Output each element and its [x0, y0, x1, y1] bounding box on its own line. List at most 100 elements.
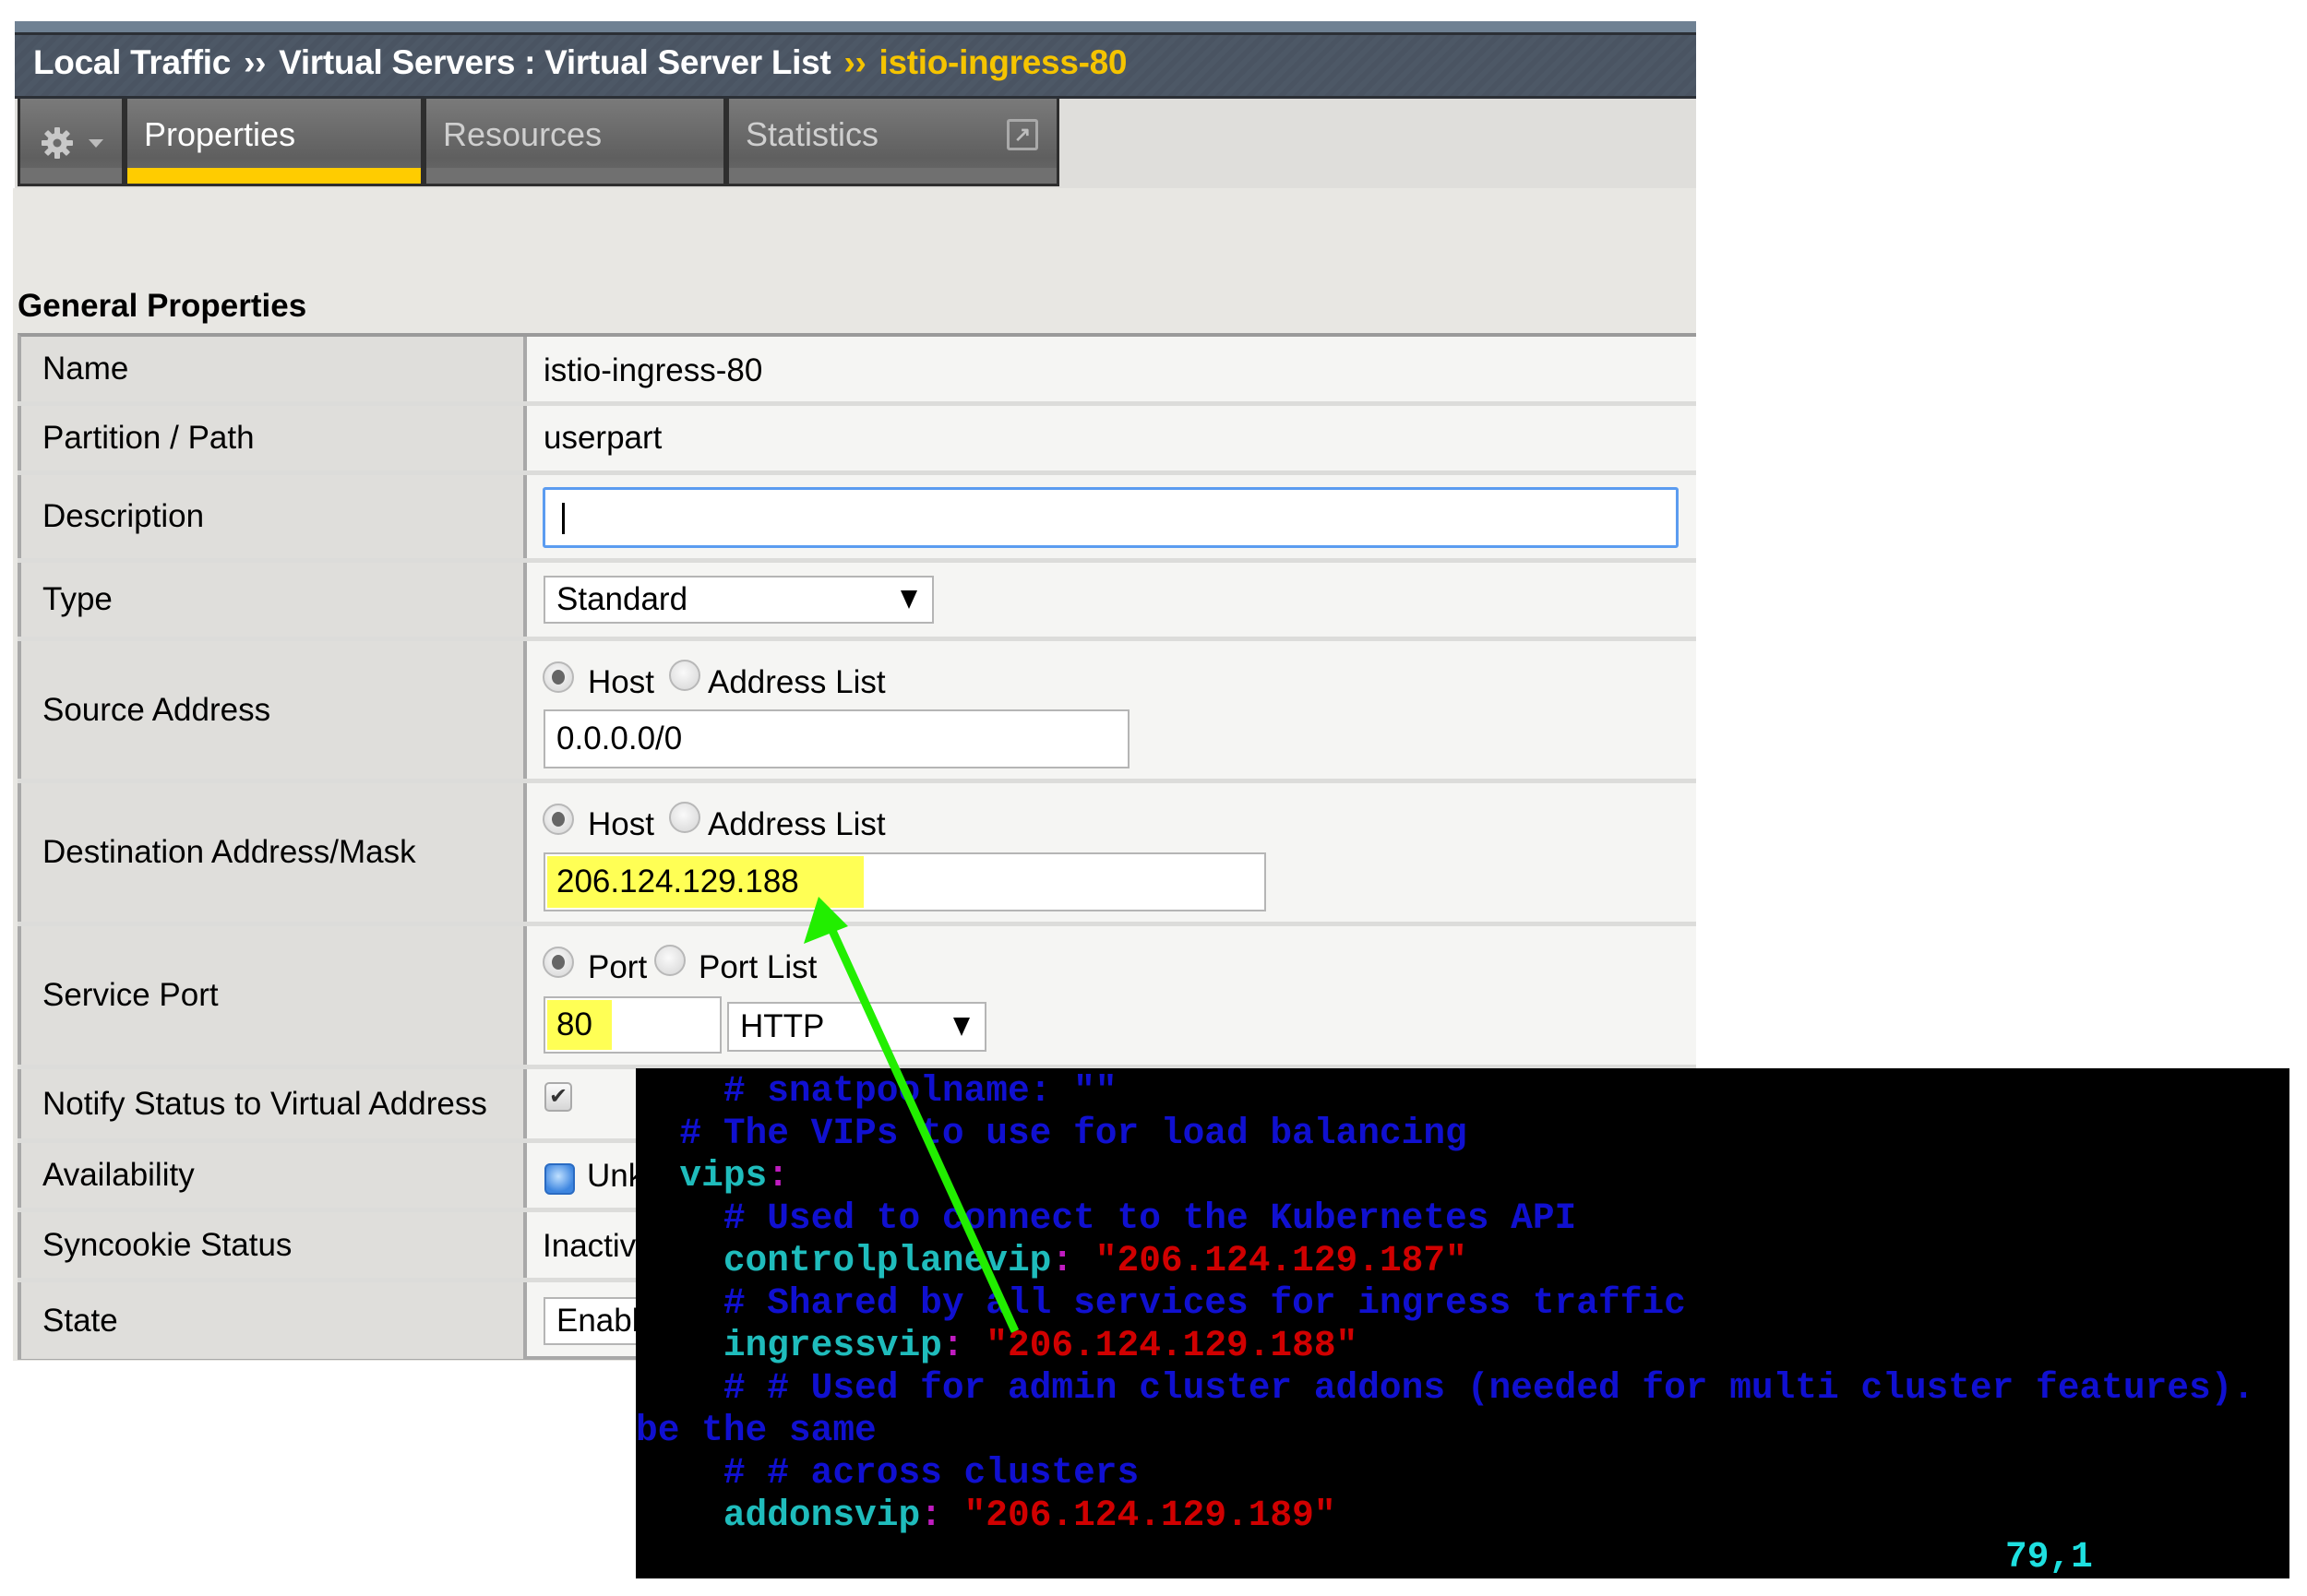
- tab-underline: [20, 168, 122, 184]
- terminal-line: # snatpoolname: "": [636, 1070, 1118, 1113]
- source-address-input[interactable]: 0.0.0.0/0: [544, 709, 1130, 768]
- dropdown-arrow-icon: [901, 590, 917, 609]
- source-address-list-radio[interactable]: [669, 660, 700, 691]
- row-type: Type Standard: [18, 563, 1696, 641]
- row-destination-address: Destination Address/Mask Host Address Li…: [18, 783, 1696, 926]
- terminal-token-colon: :: [920, 1495, 942, 1536]
- terminal-token-str: "206.124.129.188": [963, 1325, 1358, 1366]
- chevron-down-icon: [89, 139, 103, 148]
- description-input[interactable]: [543, 487, 1679, 548]
- row-source-address: Source Address Host Address List 0.0.0.0…: [18, 641, 1696, 783]
- terminal-line: controlplanevip: "206.124.129.187": [636, 1240, 1467, 1282]
- row-label: Destination Address/Mask: [21, 783, 527, 922]
- popout-icon[interactable]: ↗: [1007, 119, 1038, 150]
- protocol-select-value: HTTP: [740, 1008, 825, 1044]
- destination-host-radio-label: Host: [588, 806, 654, 842]
- label-text: Source Address: [42, 691, 271, 728]
- breadcrumb-separator: ››: [244, 43, 267, 81]
- port-value: 80: [556, 1006, 592, 1042]
- label-text: State: [42, 1302, 118, 1339]
- breadcrumb-current: istio-ingress-80: [879, 43, 1128, 81]
- tab-active-indicator: [127, 168, 421, 184]
- terminal-token-comment: # snatpoolname: "": [636, 1070, 1118, 1112]
- row-partition: Partition / Path userpart: [18, 406, 1696, 475]
- port-list-radio-label: Port List: [699, 949, 818, 985]
- destination-host-radio[interactable]: [543, 804, 574, 835]
- port-list-radio[interactable]: [654, 945, 686, 976]
- terminal-line: vips:: [636, 1155, 789, 1197]
- gear-icon: [42, 127, 73, 159]
- terminal-line: be the same: [636, 1410, 877, 1452]
- breadcrumb-item-virtual-server-list[interactable]: Virtual Servers : Virtual Server List: [279, 43, 831, 81]
- terminal-token-colon: :: [1051, 1240, 1074, 1281]
- text-cursor: [562, 503, 565, 534]
- partition-value: userpart: [544, 420, 663, 456]
- row-label: Partition / Path: [21, 406, 527, 470]
- port-radio[interactable]: [543, 947, 574, 978]
- terminal-line: # # Used for admin cluster addons (neede…: [636, 1367, 2254, 1410]
- notify-checkbox[interactable]: ✔: [544, 1082, 572, 1112]
- type-select[interactable]: Standard: [544, 576, 934, 624]
- terminal-line: ingressvip: "206.124.129.188": [636, 1325, 1357, 1367]
- tab-resources[interactable]: Resources: [424, 99, 726, 186]
- row-service-port: Service Port Port Port List 80 HTTP: [18, 926, 1696, 1069]
- destination-address-input[interactable]: 206.124.129.188: [544, 852, 1266, 911]
- terminal-token-comment: # The VIPs to use for load balancing: [636, 1113, 1467, 1154]
- terminal-token-colon: :: [767, 1155, 789, 1197]
- type-select-value: Standard: [556, 581, 688, 617]
- tab-underline: [426, 168, 723, 184]
- row-label: Name: [21, 337, 527, 401]
- terminal-token-str: "206.124.129.189": [941, 1495, 1336, 1536]
- label-text: Name: [42, 351, 129, 387]
- row-label: Type: [21, 563, 527, 637]
- tab-label: Properties: [144, 115, 296, 153]
- terminal-line: addonsvip: "206.124.129.189": [636, 1495, 1336, 1537]
- source-address-list-radio-label: Address List: [708, 664, 886, 700]
- terminal-token-comment: # # across clusters: [636, 1452, 1140, 1494]
- label-text: Availability: [42, 1157, 195, 1193]
- destination-address-list-radio[interactable]: [669, 802, 700, 833]
- terminal-token-comment: # Shared by all services for ingress tra…: [636, 1282, 1686, 1324]
- tab-label: Resources: [443, 115, 603, 153]
- status-unknown-icon: [544, 1163, 575, 1195]
- terminal-token-comment: # # Used for admin cluster addons (neede…: [636, 1367, 2255, 1409]
- destination-address-value: 206.124.129.188: [556, 864, 799, 899]
- syncookie-value: Inactiv: [543, 1228, 637, 1264]
- terminal-token-key: vips: [636, 1155, 768, 1197]
- row-label: Availability: [21, 1143, 527, 1208]
- tab-statistics[interactable]: Statistics ↗: [726, 99, 1059, 186]
- terminal-token-str: "206.124.129.187": [1073, 1240, 1467, 1281]
- terminal-window: # snatpoolname: "" # The VIPs to use for…: [636, 1068, 2289, 1578]
- row-description: Description: [18, 475, 1696, 563]
- tab-properties[interactable]: Properties: [125, 99, 424, 186]
- gear-menu-button[interactable]: [18, 99, 125, 186]
- row-label: Description: [21, 475, 527, 558]
- tab-label: Statistics: [746, 115, 879, 153]
- row-label: State: [21, 1282, 527, 1359]
- port-input[interactable]: 80: [544, 996, 722, 1054]
- source-host-radio-label: Host: [588, 664, 654, 700]
- port-radio-label: Port: [588, 949, 648, 985]
- terminal-cursor-position: 79,1: [2005, 1536, 2093, 1578]
- terminal-token-key: controlplanevip: [636, 1240, 1052, 1281]
- terminal-token-colon: :: [941, 1325, 964, 1366]
- row-label: Source Address: [21, 641, 527, 779]
- breadcrumb-separator: ››: [843, 43, 867, 81]
- terminal-token-key: addonsvip: [636, 1495, 921, 1536]
- terminal-token-key: ingressvip: [636, 1325, 942, 1366]
- label-text: Syncookie Status: [42, 1226, 293, 1263]
- breadcrumb-item-local-traffic[interactable]: Local Traffic: [33, 43, 231, 81]
- tab-underline: [729, 168, 1057, 184]
- source-address-value: 0.0.0.0/0: [556, 721, 683, 756]
- row-label: Notify Status to Virtual Address: [21, 1069, 527, 1138]
- section-title: General Properties: [18, 288, 307, 324]
- protocol-select[interactable]: HTTP: [727, 1002, 986, 1052]
- state-select-value: Enabl: [556, 1303, 640, 1339]
- row-label: Service Port: [21, 926, 527, 1065]
- terminal-line: # The VIPs to use for load balancing: [636, 1113, 1467, 1155]
- label-text: Description: [42, 498, 205, 534]
- destination-address-list-radio-label: Address List: [708, 806, 886, 842]
- label-text: Destination Address/Mask: [42, 834, 416, 870]
- source-host-radio[interactable]: [543, 661, 574, 693]
- breadcrumb: Local Traffic ›› Virtual Servers : Virtual…: [33, 43, 1127, 82]
